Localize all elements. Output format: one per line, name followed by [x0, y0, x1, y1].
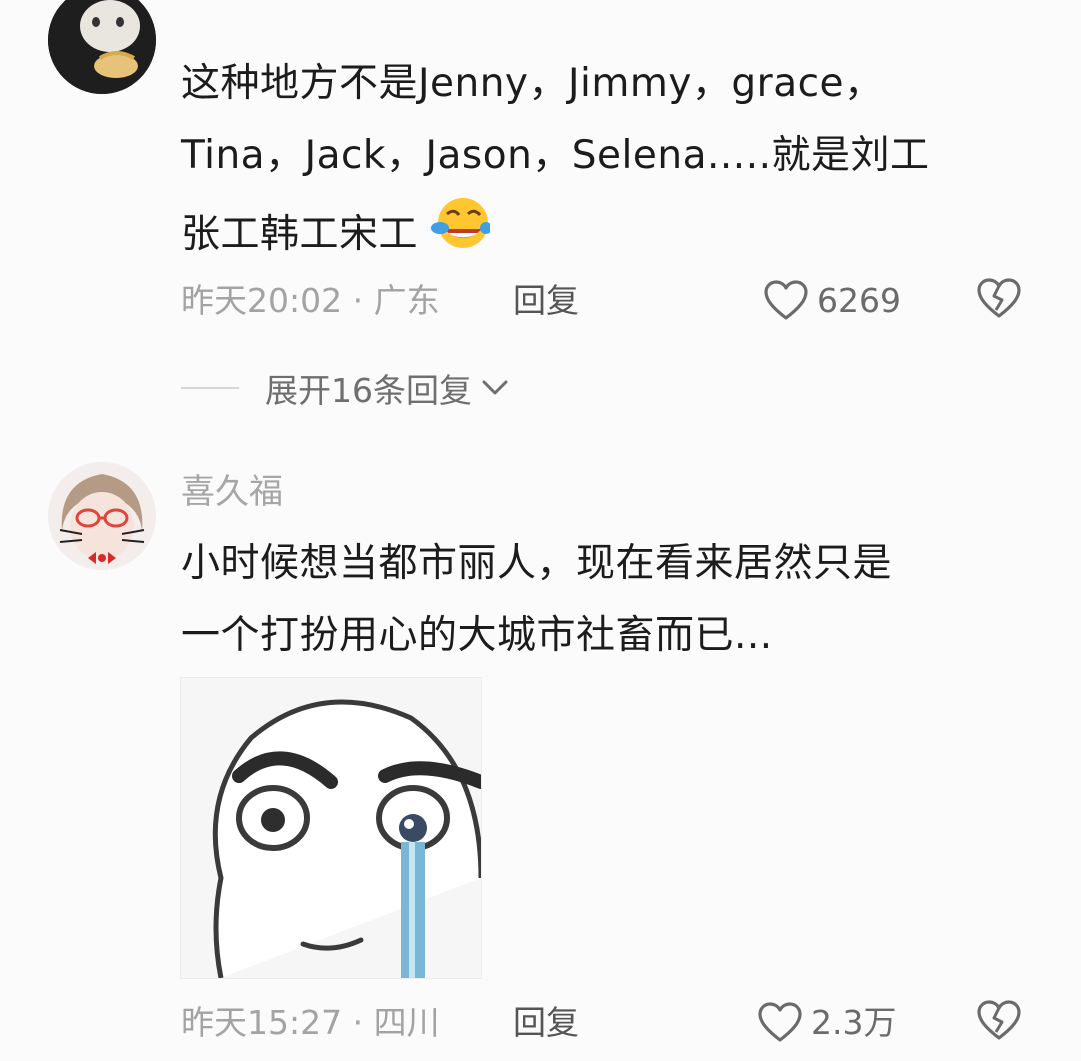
- chevron-down-icon: [482, 380, 508, 395]
- comment-text-line: Tina，Jack，Jason，Selena.....就是刘工: [181, 120, 1021, 192]
- expand-replies-button[interactable]: 展开16条回复: [181, 363, 510, 413]
- avatar[interactable]: [48, 0, 156, 94]
- heart-outline-icon: [758, 1002, 802, 1042]
- dislike-button[interactable]: [976, 278, 1022, 334]
- crying-face-sticker[interactable]: [180, 677, 482, 979]
- comment-item: 这种地方不是Jenny，Jimmy，grace， Tina，Jack，Jason…: [0, 0, 1081, 440]
- comment-text-line-content: Tina，Jack，Jason，Selena.....就是刘工: [181, 133, 930, 178]
- comment-text: 这种地方不是Jenny，Jimmy，grace， Tina，Jack，Jason…: [181, 48, 1021, 278]
- like-button[interactable]: 2.3万: [757, 998, 896, 1048]
- avatar[interactable]: [48, 462, 156, 570]
- broken-heart-icon: [977, 1000, 1021, 1040]
- comment-username[interactable]: 喜久福: [181, 472, 283, 512]
- comment-meta: 昨天15:27 · 四川 回复 2.3万: [181, 998, 1041, 1048]
- reply-button[interactable]: 回复: [513, 276, 579, 326]
- like-count: 6269: [817, 281, 901, 320]
- heart-outline-icon: [764, 280, 808, 320]
- comment-time-location: 昨天15:27 · 四川: [181, 1003, 440, 1042]
- laughing-crying-emoji-icon: [420, 192, 493, 278]
- comment-item: 喜久福 小时候想当都市丽人，现在看来居然只是 一个打扮用心的大城市社畜而已...: [0, 440, 1081, 1061]
- comment-time-location: 昨天20:02 · 广东: [181, 281, 440, 320]
- like-button[interactable]: 6269: [763, 276, 901, 326]
- divider: [181, 387, 239, 389]
- like-count: 2.3万: [811, 1003, 897, 1042]
- comment-text-line-content: 张工韩工宋工: [181, 212, 419, 257]
- comment-meta: 昨天20:02 · 广东 回复 6269: [181, 276, 1041, 326]
- comment-text: 小时候想当都市丽人，现在看来居然只是 一个打扮用心的大城市社畜而已...: [181, 528, 1021, 672]
- expand-replies-label: 展开16条回复: [265, 371, 472, 410]
- reply-button[interactable]: 回复: [513, 998, 579, 1048]
- comment-text-line: 一个打扮用心的大城市社畜而已...: [181, 613, 773, 658]
- comment-text-line: 张工韩工宋工: [181, 192, 1021, 278]
- comment-text-line: 这种地方不是Jenny，Jimmy，grace，: [181, 61, 884, 106]
- dislike-button[interactable]: [976, 1000, 1022, 1056]
- comment-text-line: 小时候想当都市丽人，现在看来居然只是: [181, 541, 893, 586]
- broken-heart-icon: [977, 278, 1021, 318]
